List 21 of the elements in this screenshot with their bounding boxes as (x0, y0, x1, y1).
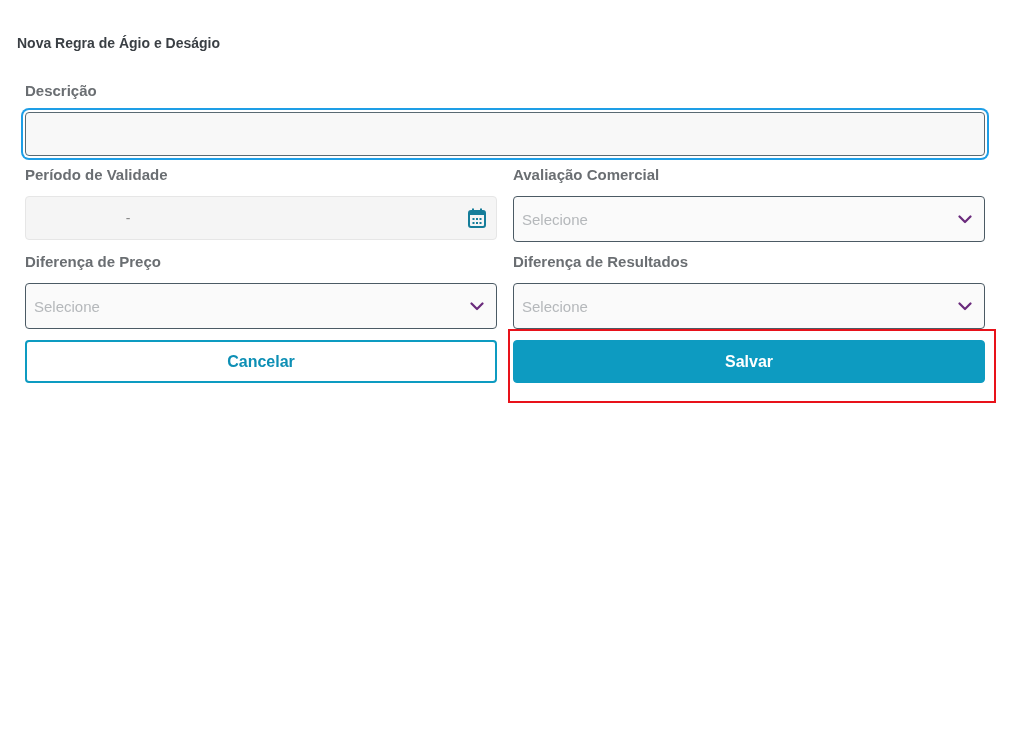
date-range-field[interactable]: - (25, 196, 497, 240)
select-placeholder: Selecione (34, 297, 101, 315)
field-label: Avaliação Comercial (513, 166, 661, 184)
field-label: Diferença de Resultados (513, 253, 690, 271)
select-placeholder: Selecione (522, 297, 589, 315)
date-separator: - (124, 210, 132, 226)
chevron-down-icon (958, 214, 972, 224)
select-placeholder: Selecione (522, 210, 589, 228)
chevron-down-icon (470, 301, 484, 311)
select-dropdown[interactable]: Selecione (513, 196, 985, 242)
save-button[interactable]: Salvar (513, 340, 985, 383)
calendar-icon[interactable] (468, 208, 486, 228)
field-label: Período de Validade (25, 166, 169, 184)
select-dropdown[interactable]: Selecione (513, 283, 985, 329)
field-label: Diferença de Preço (25, 253, 162, 271)
field-label: Descrição (25, 82, 98, 100)
cancel-button[interactable]: Cancelar (25, 340, 497, 383)
form-title: Nova Regra de Ágio e Deságio (17, 34, 222, 52)
select-dropdown[interactable]: Selecione (25, 283, 497, 329)
description-input[interactable] (25, 112, 985, 156)
chevron-down-icon (958, 301, 972, 311)
